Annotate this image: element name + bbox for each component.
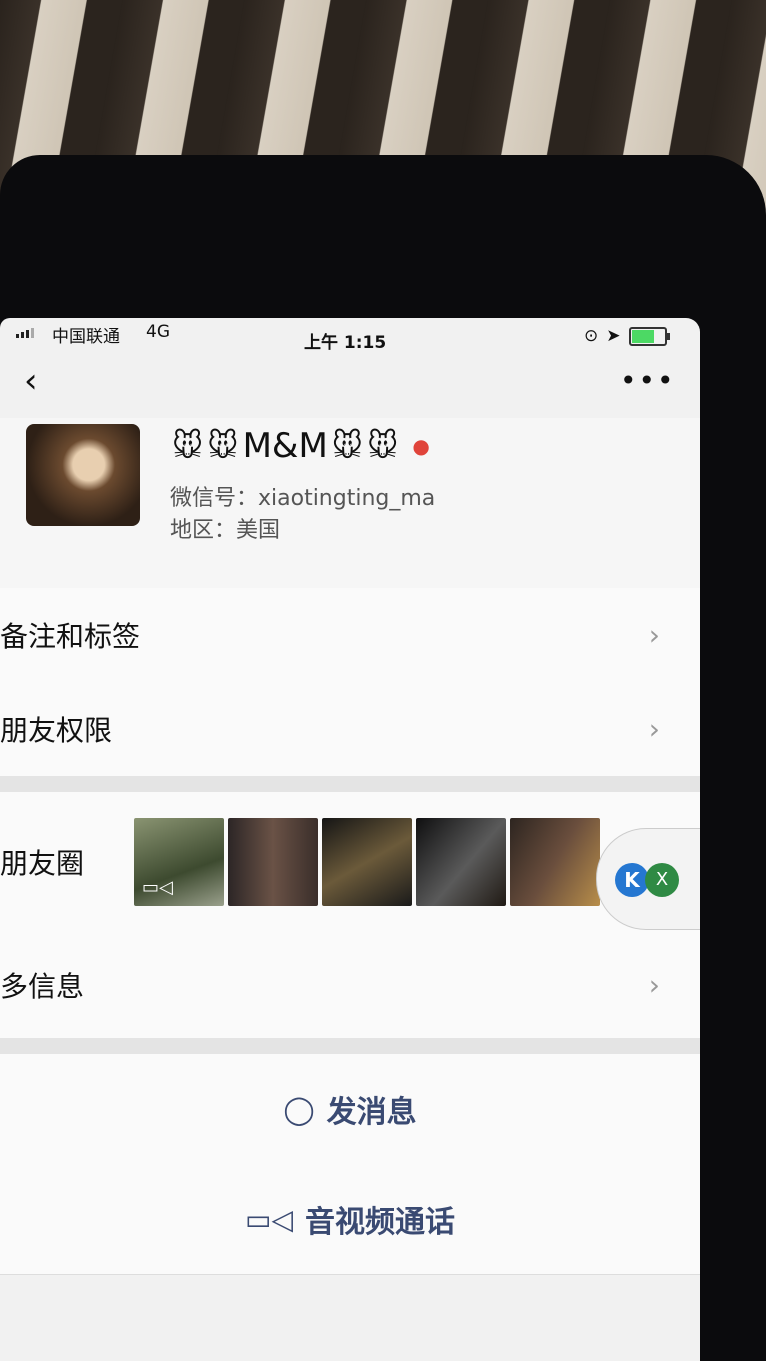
av-call-label: 音视频通话 [305,1205,455,1240]
chevron-right-icon: › [648,968,660,1002]
friend-permissions-row[interactable]: 朋友权限 › [0,682,700,777]
status-bar: 中国联通 4G 上午 1:15 ⊙ ➤ [0,318,700,358]
friend-permissions-label: 朋友权限 [0,714,113,747]
rotation-lock-icon: ⊙ [584,326,599,346]
nav-bar: ‹ ••• [0,358,700,418]
back-icon[interactable]: ‹ [24,364,38,398]
video-call-icon: ▭◁ [245,1202,293,1236]
wechat-id: 微信号：xiaotingting_ma [170,486,436,511]
moments-thumbnails: ▭◁ [134,818,600,906]
female-icon: ● [412,434,430,458]
moment-thumbnail[interactable] [322,818,412,906]
location-icon: ➤ [606,326,621,346]
status-icons: ⊙ ➤ [584,326,670,346]
more-info-label: 多信息 [0,970,85,1003]
mouse-emoji-icon: 🐭 [207,428,239,464]
section-divider [0,1038,700,1054]
video-icon: ▭◁ [142,877,173,898]
avatar[interactable] [26,424,140,526]
mouse-emoji-icon: 🐭 [172,428,204,464]
av-call-button[interactable]: ▭◁ 音视频通话 [0,1164,700,1275]
mouse-emoji-icon: 🐭 [331,428,364,464]
remark-tags-label: 备注和标签 [0,620,141,653]
send-message-label: 发消息 [326,1095,417,1130]
app-badge-k: K [615,863,649,897]
remark-tags-row[interactable]: 备注和标签 › [0,588,700,683]
profile-name: 🐭 🐭 M&M 🐭 🐭 ● [172,426,430,466]
moment-thumbnail[interactable] [510,818,600,906]
mouse-emoji-icon: 🐭 [367,428,399,464]
carrier-label: 中国联通 [52,327,120,347]
network-label: 4G [146,322,170,342]
moments-label: 朋友圈 [0,847,85,880]
section-divider [0,776,700,792]
chevron-right-icon: › [648,618,660,652]
moments-row[interactable]: 朋友圈 ▭◁ [0,792,700,933]
app-badge-x: X [645,863,679,897]
moment-thumbnail[interactable] [416,818,506,906]
chat-bubble-icon: ◯ [283,1092,315,1126]
send-message-button[interactable]: ◯ 发消息 [0,1054,700,1165]
moment-thumbnail[interactable] [228,818,318,906]
floating-app-bubble[interactable]: K X [596,828,700,930]
screen: 中国联通 4G 上午 1:15 ⊙ ➤ ‹ ••• 🐭 🐭 M&M 🐭 🐭 ● … [0,318,700,1361]
battery-icon [628,326,670,346]
moment-thumbnail[interactable]: ▭◁ [134,818,224,906]
more-icon[interactable]: ••• [620,364,676,397]
profile-header: 🐭 🐭 M&M 🐭 🐭 ● 微信号：xiaotingting_ma 地区：美国 [0,418,700,588]
signal-icon [16,328,34,338]
region: 地区：美国 [170,518,281,543]
chevron-right-icon: › [648,712,660,746]
more-info-row[interactable]: 多信息 › [0,932,700,1039]
clock: 上午 1:15 [304,333,387,353]
nickname: M&M [242,426,328,466]
